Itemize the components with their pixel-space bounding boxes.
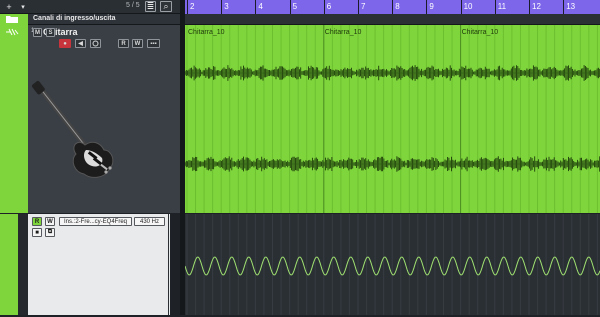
ruler-bar-label: 8: [395, 2, 400, 11]
ruler-bar-label: 13: [566, 2, 576, 11]
ruler-bar-label: 12: [532, 2, 541, 11]
ruler-bar-label: 4: [258, 2, 263, 11]
electric-guitar-image: [31, 81, 114, 178]
automation-write-button[interactable]: W: [45, 217, 55, 226]
folder-track[interactable]: Canali di ingresso/uscita: [0, 14, 180, 25]
ruler-bar-label: 6: [326, 2, 332, 11]
automation-curve-view: [184, 214, 600, 315]
more-options-button[interactable]: ▪▪▪: [147, 39, 160, 48]
ruler-bar-label: 9: [429, 2, 434, 11]
ruler-bar-label: 7: [361, 2, 366, 11]
ruler-bar-label: 10: [463, 2, 473, 11]
ruler-bar-tick: [494, 0, 496, 14]
ruler-bar-tick: [221, 0, 223, 14]
automation-mute-button[interactable]: ■: [32, 228, 42, 237]
add-track-menu-button[interactable]: ▾: [17, 1, 29, 12]
audio-track-header[interactable]: 1 Chitarra M S ● ◀ R W ▪▪▪: [0, 25, 180, 213]
ruler-bar-tick: [529, 0, 530, 14]
ruler-bar-tick: [460, 0, 462, 14]
ruler-bar-tick: [255, 0, 257, 14]
monitor-button[interactable]: ◀: [75, 39, 86, 48]
ruler-bar-label: 2: [190, 2, 195, 11]
add-track-button[interactable]: +: [3, 1, 15, 12]
timeline-ruler[interactable]: 2 3 4 5 6 7 8 9 10 11 12 13: [185, 0, 600, 14]
folder-name: Canali di ingresso/uscita: [33, 15, 116, 22]
ruler-bar-label: 3: [224, 2, 229, 11]
track-list-toolbar: + ▾ 5 / 5 ≣ ⌕: [0, 0, 180, 14]
automation-parameter-select[interactable]: Ins.:2-Fre...cy-EQ4Freq: [59, 217, 132, 226]
ruler-bar-label: 5: [292, 2, 298, 11]
ruler-bar-tick: [426, 0, 428, 14]
automation-header-edge: [170, 214, 180, 315]
ruler-bar-tick: [392, 0, 394, 14]
track-color-strip: [0, 25, 28, 213]
automation-track-header[interactable]: R W Ins.:2-Fre...cy-EQ4Freq 430 Hz ■ ⧉: [0, 214, 180, 315]
audio-track-icon: [6, 28, 19, 36]
channel-settings-button[interactable]: [90, 39, 101, 48]
visible-track-count: 5 / 5: [126, 2, 140, 9]
search-icon[interactable]: ⌕: [160, 1, 172, 12]
visibility-list-icon[interactable]: ≣: [145, 1, 156, 12]
automation-lock-button[interactable]: ⧉: [45, 228, 55, 237]
automation-value-field[interactable]: 430 Hz: [134, 217, 165, 226]
write-automation-button[interactable]: W: [132, 39, 143, 48]
ruler-bar-tick: [323, 0, 325, 14]
mute-button[interactable]: M: [33, 28, 42, 37]
ruler-bar-tick: [563, 0, 565, 14]
ruler-subdivision-strip: [185, 14, 600, 25]
clip-name: Chitarra_10: [324, 29, 362, 36]
clip-name: Chitarra_10: [461, 29, 499, 36]
automation-lane[interactable]: [184, 214, 600, 315]
solo-button[interactable]: S: [46, 28, 55, 37]
record-enable-button[interactable]: ●: [59, 39, 71, 48]
read-automation-button[interactable]: R: [118, 39, 129, 48]
ruler-bar-tick: [187, 0, 188, 14]
channel-settings-icon: [92, 40, 99, 47]
folder-color-strip: [0, 14, 28, 25]
folder-icon: [6, 16, 18, 23]
clip-name: Chitarra_10: [188, 29, 225, 36]
ruler-bar-tick: [289, 0, 291, 14]
automation-indent-strip: [18, 214, 28, 315]
automation-read-button[interactable]: R: [32, 217, 42, 226]
ruler-bar-label: 11: [497, 2, 507, 11]
audio-waveform-view: [184, 25, 600, 213]
audio-event-area[interactable]: Chitarra_10 Chitarra_10 Chitarra_10: [184, 25, 600, 213]
ruler-bar-tick: [358, 0, 359, 14]
